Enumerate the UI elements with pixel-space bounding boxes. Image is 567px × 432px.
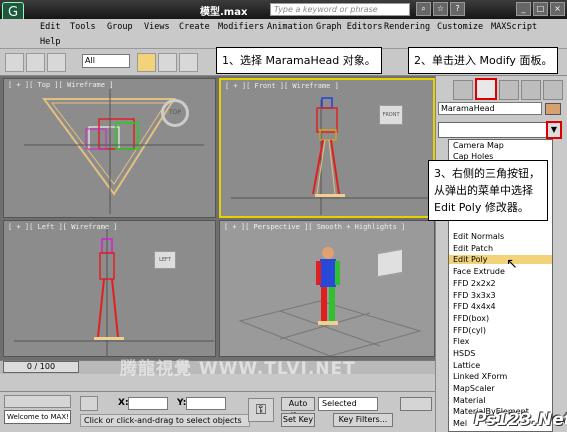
redo-icon[interactable] xyxy=(26,53,45,72)
modifier-edit-patch[interactable]: Edit Patch xyxy=(453,244,493,253)
motion-panel-icon[interactable] xyxy=(521,80,541,100)
hierarchy-panel-icon[interactable] xyxy=(499,80,519,100)
modifier-ffd-4x4x4[interactable]: FFD 4x4x4 xyxy=(453,302,496,311)
viewcube-front[interactable]: FRONT xyxy=(379,105,403,125)
selection-filter-dropdown[interactable]: All xyxy=(82,54,130,68)
callout-step3-line1: 3、右侧的三角按钮， xyxy=(434,167,540,180)
key-icon[interactable]: ⚿ xyxy=(248,398,274,422)
menu-create[interactable]: Create xyxy=(179,22,210,32)
menu-help[interactable]: Help xyxy=(40,37,60,47)
link-icon[interactable] xyxy=(47,53,66,72)
close-icon[interactable]: × xyxy=(550,2,565,16)
front-view-wireframe xyxy=(231,97,431,215)
status-prompt: Click or click-and-drag to select object… xyxy=(80,414,250,427)
viewport-perspective[interactable]: [ + ][ Perspective ][ Smooth + Highlight… xyxy=(219,220,435,357)
perspective-view-model xyxy=(238,247,422,356)
menu-maxscript[interactable]: MAXScript xyxy=(491,22,537,32)
key-filters-button[interactable]: Key Filters... xyxy=(333,413,393,427)
star-icon[interactable]: ☆ xyxy=(433,2,448,16)
modifier-flex[interactable]: Flex xyxy=(453,337,469,346)
set-key-button[interactable]: Set Key xyxy=(281,413,315,427)
object-name-field[interactable]: MaramaHead xyxy=(438,102,542,115)
playback-controls[interactable] xyxy=(400,397,432,411)
menu-tools[interactable]: Tools xyxy=(70,22,96,32)
modifier-lattice[interactable]: Lattice xyxy=(453,361,480,370)
viewcube-left-label: LEFT xyxy=(159,257,171,263)
viewcube-front-label: FRONT xyxy=(382,112,400,118)
viewport-left-label[interactable]: [ + ][ Left ][ Wireframe ] xyxy=(8,223,118,231)
object-color-swatch[interactable] xyxy=(545,103,561,115)
menu-modifiers[interactable]: Modifiers xyxy=(218,22,264,32)
viewcube-top[interactable]: TOP xyxy=(161,99,189,127)
viewport-front[interactable]: [ + ][ Front ][ Wireframe ] FRONT xyxy=(219,78,435,218)
site-watermark: 腾龍視覺 WWW.TLVI.NET xyxy=(120,359,356,379)
create-panel-icon[interactable] xyxy=(453,80,473,100)
minimize-icon[interactable]: _ xyxy=(516,2,531,16)
modifier-edit-normals[interactable]: Edit Normals xyxy=(453,232,504,241)
window-title: 模型.max xyxy=(200,7,248,18)
viewport-front-label[interactable]: [ + ][ Front ][ Wireframe ] xyxy=(225,82,339,90)
modifier-list-dropdown[interactable] xyxy=(438,122,548,138)
modifier-ffd-3x3x3[interactable]: FFD 3x3x3 xyxy=(453,291,496,300)
viewcube-left[interactable]: LEFT xyxy=(154,251,176,269)
viewport-top[interactable]: [ + ][ Top ][ Wireframe ] TOP xyxy=(3,78,216,218)
help-search-input[interactable]: Type a keyword or phrase xyxy=(270,3,410,16)
menu-edit[interactable]: Edit xyxy=(40,22,60,32)
viewport-left[interactable]: [ + ][ Left ][ Wireframe ] LEFT xyxy=(3,220,216,357)
selection-lock-icon[interactable] xyxy=(80,396,98,411)
viewport-perspective-label[interactable]: [ + ][ Perspective ][ Smooth + Highlight… xyxy=(224,223,405,231)
menu-animation[interactable]: Animation xyxy=(267,22,313,32)
undo-icon[interactable] xyxy=(5,53,24,72)
maxscript-listener-output: Welcome to MAX! xyxy=(4,410,71,424)
viewcube-perspective[interactable] xyxy=(377,248,403,278)
modifier-linked-xform[interactable]: Linked XForm xyxy=(453,372,507,381)
modifier-camera-map[interactable]: Camera Map xyxy=(453,141,504,150)
left-view-wireframe xyxy=(14,226,214,356)
select-by-name-icon[interactable] xyxy=(158,53,177,72)
callout-step3: 3、右侧的三角按钮， 从弹出的菜单中选择 Edit Poly 修改器。 xyxy=(428,160,548,221)
maxscript-mini-listener[interactable] xyxy=(4,395,71,408)
auto-key-button[interactable]: Auto Key xyxy=(281,397,315,420)
viewcube-top-label: TOP xyxy=(168,109,181,116)
modifier-face-extrude[interactable]: Face Extrude xyxy=(453,267,505,276)
menu-group[interactable]: Group xyxy=(107,22,133,32)
modifier-edit-poly[interactable]: Edit Poly xyxy=(449,255,552,264)
menu-customize[interactable]: Customize xyxy=(437,22,483,32)
help-icon[interactable]: ? xyxy=(450,2,465,16)
maximize-icon[interactable]: □ xyxy=(533,2,548,16)
mouse-cursor-icon: ↖ xyxy=(506,256,518,272)
time-slider[interactable]: 0 / 100 xyxy=(3,361,79,373)
modify-panel-icon[interactable] xyxy=(475,78,497,100)
callout-step1: 1、选择 MaramaHead 对象。 xyxy=(216,47,382,74)
x-coord-label: X: xyxy=(118,398,129,408)
key-mode-dropdown[interactable]: Selected xyxy=(318,397,378,411)
y-coord-label: Y: xyxy=(177,398,187,408)
y-coordinate-input[interactable] xyxy=(186,397,226,410)
menu-views[interactable]: Views xyxy=(144,22,170,32)
callout-step3-line2: 从弹出的菜单中选择 xyxy=(434,184,533,197)
modifier-material[interactable]: Material xyxy=(453,396,486,405)
modifier-mapscaler[interactable]: MapScaler xyxy=(453,384,495,393)
callout-step2: 2、单击进入 Modify 面板。 xyxy=(408,47,559,74)
select-object-icon[interactable] xyxy=(137,53,156,72)
top-view-wireframe xyxy=(24,89,204,214)
x-coordinate-input[interactable] xyxy=(128,397,168,410)
modifier-list-dropdown-arrow-icon[interactable]: ▼ xyxy=(546,121,562,139)
ps123-logo: Ps123.Net xyxy=(474,410,567,430)
modifier-ffd-box[interactable]: FFD(box) xyxy=(453,314,489,323)
modifier-mel[interactable]: Mel xyxy=(453,419,467,428)
utilities-panel-icon[interactable] xyxy=(543,80,563,100)
region-select-icon[interactable] xyxy=(179,53,198,72)
menu-bar: Edit Tools Group Views Create Modifiers … xyxy=(0,19,567,49)
modifier-hsds[interactable]: HSDS xyxy=(453,349,475,358)
modifier-ffd-cyl[interactable]: FFD(cyl) xyxy=(453,326,486,335)
modifier-ffd-2x2x2[interactable]: FFD 2x2x2 xyxy=(453,279,496,288)
viewport-top-label[interactable]: [ + ][ Top ][ Wireframe ] xyxy=(8,81,113,89)
callout-step3-line3: Edit Poly 修改器。 xyxy=(434,201,529,214)
search-icon[interactable]: ⌕ xyxy=(416,2,431,16)
menu-graph-editors[interactable]: Graph Editors xyxy=(316,22,383,32)
menu-rendering[interactable]: Rendering xyxy=(384,22,430,32)
